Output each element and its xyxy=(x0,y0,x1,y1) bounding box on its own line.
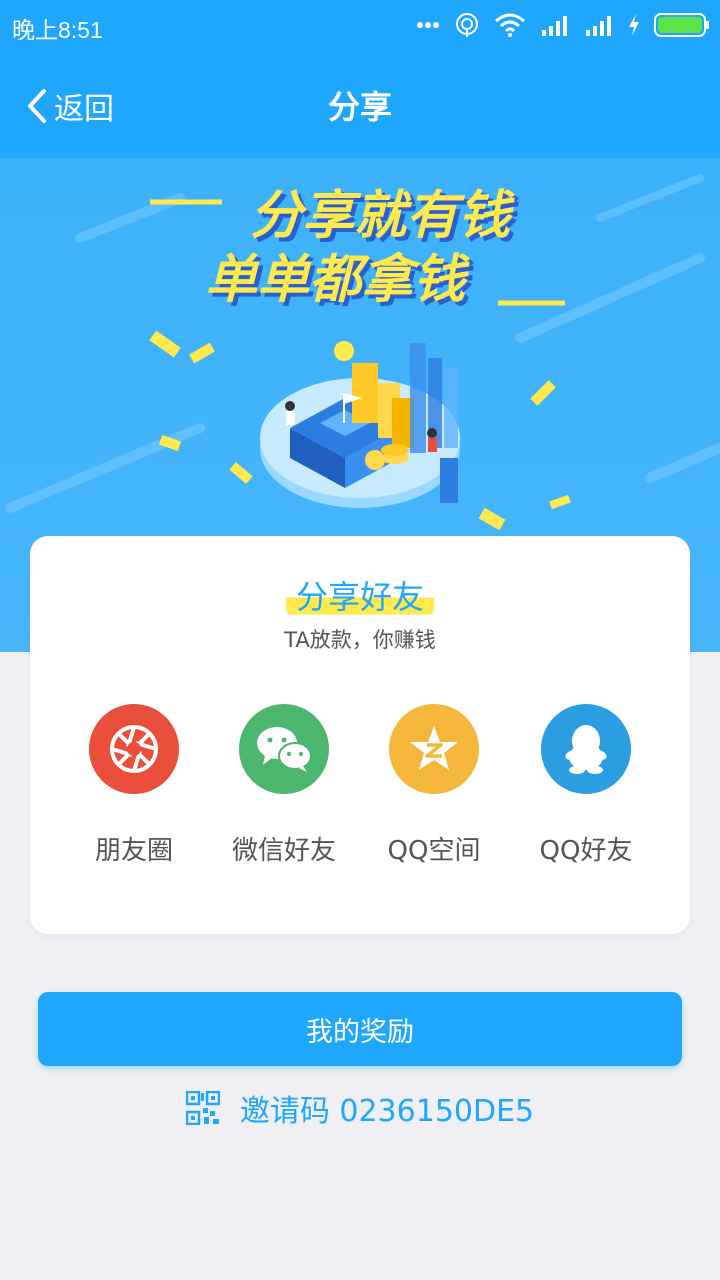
qzone-icon xyxy=(410,726,458,770)
banner-line-1: 分享就有钱 xyxy=(249,186,510,246)
wechat-icon xyxy=(257,727,312,772)
battery-icon xyxy=(654,13,709,37)
invite-code-row[interactable]: 邀请码 0236150DE5 xyxy=(0,1086,720,1130)
share-qzone-label: QQ空间 xyxy=(387,836,481,866)
my-rewards-button[interactable]: 我的奖励 xyxy=(38,992,682,1066)
page-title: 分享 xyxy=(327,88,392,126)
share-card: 分享好友 TA放款，你赚钱 朋友圈 微信好友 QQ空间 QQ好友 xyxy=(30,536,690,934)
share-qq-button[interactable]: QQ好友 xyxy=(506,704,666,867)
banner-line-2: 单单都拿钱 xyxy=(204,250,465,310)
hotspot-icon xyxy=(456,13,478,37)
wifi-icon xyxy=(495,13,525,37)
charging-icon xyxy=(629,14,639,36)
status-bar: 晚上8:51 xyxy=(0,0,720,52)
moments-icon xyxy=(110,725,158,773)
share-moments-button[interactable]: 朋友圈 xyxy=(54,704,214,867)
status-time: 晚上8:51 xyxy=(12,17,103,43)
signal-2-icon xyxy=(586,16,611,36)
qr-code-icon xyxy=(185,1091,220,1125)
share-moments-label: 朋友圈 xyxy=(94,836,173,866)
share-wechat-button[interactable]: 微信好友 xyxy=(204,704,364,867)
banner-headline: 分享就有钱 单单都拿钱 xyxy=(0,184,720,312)
signal-icon xyxy=(542,16,567,36)
qq-icon xyxy=(565,725,607,774)
share-card-title: 分享好友 xyxy=(285,572,434,618)
share-card-subtitle: TA放款，你赚钱 xyxy=(284,628,436,652)
invite-code-text: 邀请码 0236150DE5 xyxy=(239,1094,535,1129)
share-qzone-button[interactable]: QQ空间 xyxy=(354,704,514,867)
app-header: 返回 分享 xyxy=(0,52,720,158)
share-wechat-label: 微信好友 xyxy=(231,836,336,866)
share-qq-label: QQ好友 xyxy=(539,836,633,866)
more-dots-icon xyxy=(417,22,439,28)
status-icons xyxy=(416,12,710,38)
